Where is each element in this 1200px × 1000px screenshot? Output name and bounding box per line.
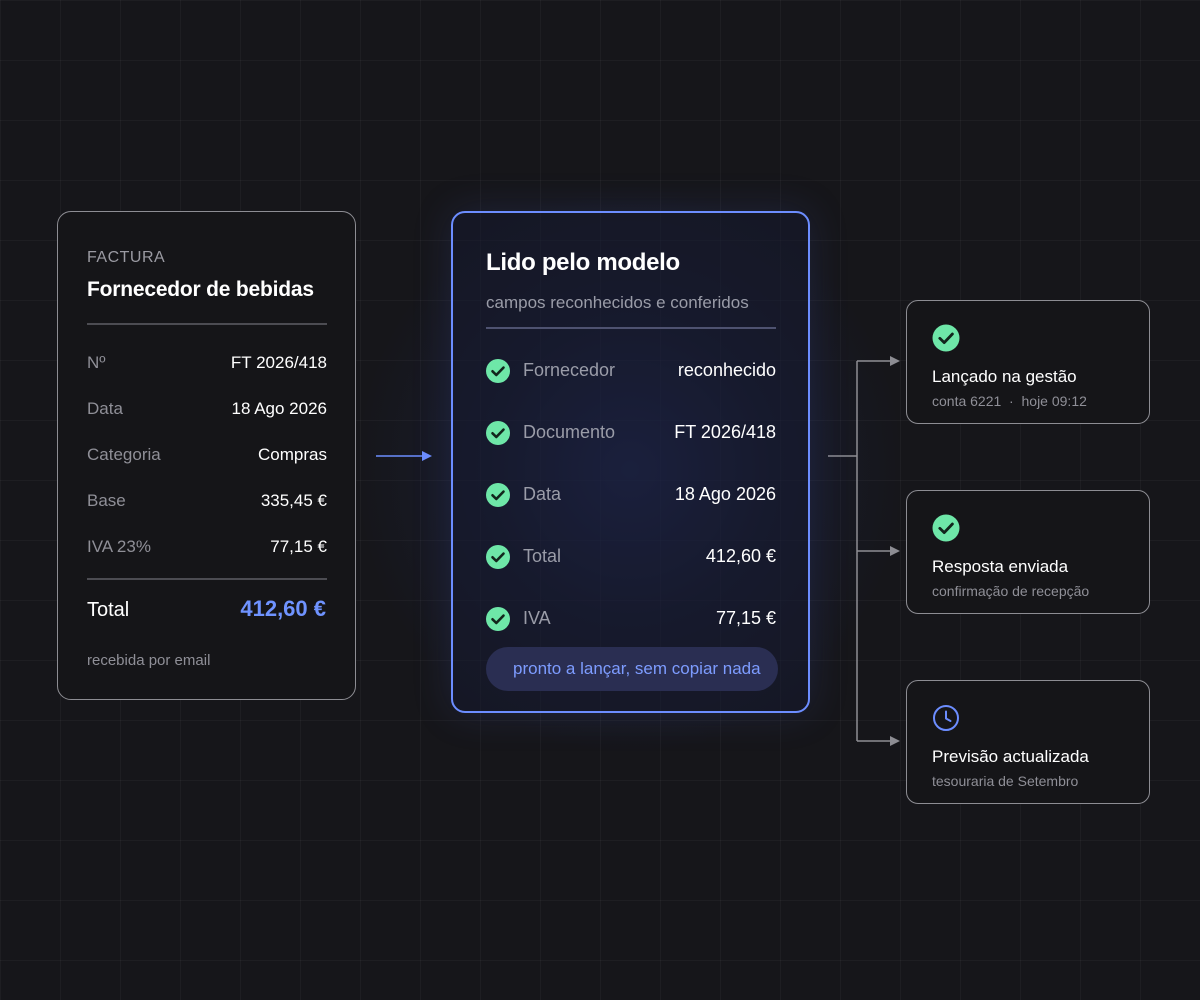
- row-label: Data: [523, 484, 562, 504]
- row-label: Categoria: [87, 445, 161, 464]
- output-title: Lançado na gestão: [932, 367, 1077, 386]
- invoice-row-base: Base 335,45 €: [87, 491, 327, 515]
- output-card-reply: Resposta enviada confirmação de recepção: [906, 490, 1150, 614]
- invoice-row-number: Nº FT 2026/418: [87, 353, 327, 377]
- output-detail: tesouraria de Setembro: [932, 773, 1079, 789]
- model-row-document: Documento FT 2026/418: [486, 421, 776, 447]
- check-circle-icon: [486, 421, 510, 445]
- output-detail: confirmação de recepção: [932, 583, 1090, 599]
- row-value: 412,60 €: [705, 546, 776, 566]
- invoice-total-label: Total: [87, 599, 130, 621]
- invoice-card: FACTURA Fornecedor de bebidas Nº FT 2026…: [57, 211, 356, 700]
- row-label: Base: [87, 491, 126, 510]
- invoice-total-value: 412,60 €: [240, 596, 326, 621]
- row-value: Compras: [258, 445, 327, 464]
- output-detail: conta 6221 · hoje 09:12: [932, 393, 1087, 409]
- invoice-title: Fornecedor de bebidas: [87, 278, 314, 301]
- divider: [87, 578, 327, 580]
- check-circle-icon: [932, 514, 960, 542]
- check-circle-icon: [486, 607, 510, 631]
- check-circle-icon: [486, 483, 510, 507]
- invoice-row-vat: IVA 23% 77,15 €: [87, 537, 327, 561]
- model-row-vat: IVA 77,15 €: [486, 607, 776, 633]
- row-label: Fornecedor: [523, 360, 616, 380]
- invoice-row-date: Data 18 Ago 2026: [87, 399, 327, 423]
- row-value: FT 2026/418: [674, 422, 776, 442]
- row-value: 77,15 €: [270, 537, 327, 556]
- check-circle-icon: [486, 359, 510, 383]
- output-card-forecast: Previsão actualizada tesouraria de Setem…: [906, 680, 1150, 804]
- invoice-kicker: FACTURA: [87, 249, 166, 266]
- row-label: IVA: [523, 608, 551, 628]
- invoice-footer: recebida por email: [87, 652, 211, 669]
- check-circle-icon: [486, 545, 510, 569]
- output-title: Previsão actualizada: [932, 747, 1089, 766]
- row-value: 77,15 €: [715, 608, 776, 628]
- output-title: Resposta enviada: [932, 557, 1069, 576]
- model-row-date: Data 18 Ago 2026: [486, 483, 776, 509]
- row-value: 335,45 €: [260, 491, 327, 510]
- row-label: Data: [87, 399, 123, 418]
- check-circle-icon: [932, 324, 960, 352]
- status-pill: pronto a lançar, sem copiar nada: [486, 647, 778, 691]
- divider: [486, 327, 776, 329]
- model-row-total: Total 412,60 €: [486, 545, 776, 571]
- model-title: Lido pelo modelo: [486, 249, 680, 276]
- row-label: Nº: [87, 353, 106, 372]
- row-value: reconhecido: [677, 360, 776, 380]
- row-value: 18 Ago 2026: [674, 484, 776, 504]
- row-value: 18 Ago 2026: [231, 399, 327, 418]
- row-label: IVA 23%: [87, 537, 151, 556]
- row-label: Total: [523, 546, 562, 566]
- model-card: Lido pelo modelo campos reconhecidos e c…: [451, 211, 810, 713]
- clock-icon: [933, 705, 959, 731]
- row-label: Documento: [523, 422, 616, 442]
- model-row-supplier: Fornecedor reconhecido: [486, 359, 776, 385]
- arrow-model-trunk: [828, 361, 858, 741]
- divider: [87, 323, 327, 325]
- row-value: FT 2026/418: [230, 353, 327, 372]
- status-pill-label: pronto a lançar, sem copiar nada: [513, 659, 761, 678]
- invoice-row-category: Categoria Compras: [87, 445, 327, 469]
- output-card-posted: Lançado na gestão conta 6221 · hoje 09:1…: [906, 300, 1150, 424]
- model-subtitle: campos reconhecidos e conferidos: [486, 293, 749, 312]
